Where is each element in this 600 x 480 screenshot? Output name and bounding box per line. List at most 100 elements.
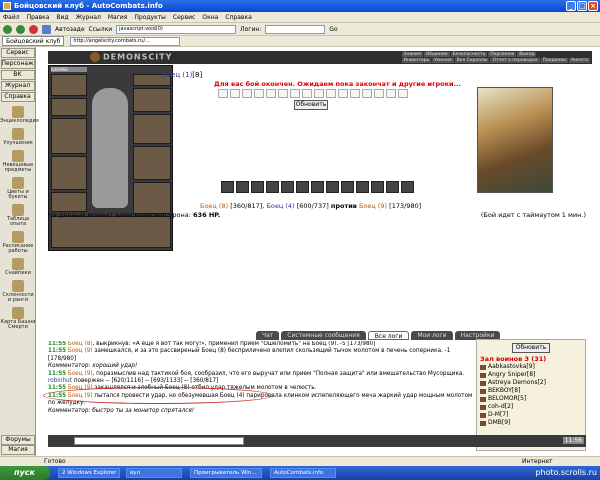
quick-slot[interactable]	[326, 89, 336, 98]
action-icon[interactable]	[356, 181, 369, 193]
quick-slot[interactable]	[302, 89, 312, 98]
nav-transfers[interactable]: Отчет о переводах	[490, 58, 540, 63]
sidebar-magic[interactable]: Магия	[1, 445, 35, 455]
refresh-button[interactable]: Обновить	[294, 100, 328, 110]
fighter-name[interactable]: Боец (1)	[162, 71, 192, 79]
task-media-player[interactable]: Проигрыватель Win...	[190, 468, 262, 478]
player-item[interactable]: D-M[7]	[477, 411, 585, 419]
action-icon[interactable]	[296, 181, 309, 193]
action-icon[interactable]	[371, 181, 384, 193]
tab-fight-club[interactable]: Бойцовский клуб	[2, 36, 65, 46]
action-icon[interactable]	[236, 181, 249, 193]
fighter-left[interactable]: Боец (8)	[200, 202, 228, 210]
nav-knowledge[interactable]: Знания	[401, 52, 423, 57]
nav-profile[interactable]: Анкета	[569, 58, 590, 63]
start-button[interactable]: пуск	[0, 466, 50, 480]
menu-journal[interactable]: Журнал	[76, 14, 101, 21]
sidebar-item-exp-table[interactable]: Таблица опыта	[0, 204, 36, 227]
task-explorer[interactable]: 2 Windows Explorer	[58, 468, 120, 478]
nav-exit[interactable]: Выход	[517, 52, 537, 57]
sidebar-item-nonmaterial[interactable]: Невещевые предметы	[0, 150, 36, 173]
menu-products[interactable]: Продукты	[134, 14, 166, 21]
helmet-slot[interactable]	[51, 74, 87, 96]
weapon-slot[interactable]	[51, 156, 87, 190]
sidebar-item-upgrades[interactable]: Улучшения	[0, 128, 36, 146]
chat-user[interactable]: Боец (9)	[68, 348, 93, 354]
go-button[interactable]: Go	[329, 26, 337, 33]
nav-security[interactable]: Безопасность	[450, 52, 488, 57]
quick-slot[interactable]	[338, 89, 348, 98]
quick-slot[interactable]	[242, 89, 252, 98]
shield-slot[interactable]	[133, 146, 171, 180]
quick-slot[interactable]	[374, 89, 384, 98]
action-icon[interactable]	[326, 181, 339, 193]
home-icon[interactable]	[42, 24, 51, 34]
sidebar-item-ranks[interactable]: Склонности и ранги	[0, 280, 36, 303]
sidebar-item-flowers[interactable]: Цветы и букеты	[0, 177, 36, 200]
action-icon[interactable]	[386, 181, 399, 193]
task-folder[interactable]: вул	[126, 468, 182, 478]
nav-skills[interactable]: Умения	[432, 58, 454, 63]
chat-input[interactable]	[74, 437, 244, 445]
action-icon[interactable]	[401, 181, 414, 193]
amulet-slot[interactable]	[51, 98, 87, 116]
quick-slot[interactable]	[254, 89, 264, 98]
boots-slot[interactable]	[133, 182, 171, 214]
sidebar-forums[interactable]: Форумы	[1, 435, 35, 445]
minimize-button[interactable]: _	[566, 1, 576, 11]
action-icon[interactable]	[251, 181, 264, 193]
player-item[interactable]: BEKBOY[8]	[477, 387, 585, 395]
nav-character[interactable]: Персонаж	[488, 52, 517, 57]
sidebar-tab-character[interactable]: Персонаж	[0, 59, 35, 69]
player-item[interactable]: coh-d[2]	[477, 403, 585, 411]
fighter-right[interactable]: Боец (9)	[359, 202, 387, 210]
player-item[interactable]: Astreya Demons[2]	[477, 379, 585, 387]
tab-system[interactable]: Системные сообщения	[281, 331, 366, 340]
belt-slot[interactable]	[51, 192, 87, 212]
menu-edit[interactable]: Правка	[27, 14, 50, 21]
sidebar-item-tower-map[interactable]: Карта Башни Смерти	[0, 307, 36, 330]
quick-slot[interactable]	[290, 89, 300, 98]
player-item[interactable]: BELOMOR[5]	[477, 395, 585, 403]
action-icon[interactable]	[341, 181, 354, 193]
tab-my-logs[interactable]: Мои логи	[411, 331, 453, 340]
nav-communication[interactable]: Общение	[423, 52, 450, 57]
close-button[interactable]: ×	[588, 1, 598, 11]
menu-windows[interactable]: Окна	[202, 14, 218, 21]
menu-service[interactable]: Сервис	[173, 14, 195, 21]
player-item[interactable]: DMB[9]	[477, 419, 585, 427]
quick-slot[interactable]	[398, 89, 408, 98]
quick-slot[interactable]	[230, 89, 240, 98]
bracers-slot[interactable]	[133, 88, 171, 112]
players-refresh-button[interactable]: Обновить	[512, 343, 550, 353]
quick-slot[interactable]	[218, 89, 228, 98]
player-item[interactable]: Aabkastovka[9]	[477, 363, 585, 371]
autofill-button[interactable]: Автозаде	[55, 26, 85, 33]
belt-items-row[interactable]	[51, 216, 171, 248]
quick-slot[interactable]	[386, 89, 396, 98]
sidebar-tab-help[interactable]: Справка	[0, 92, 35, 102]
menu-magic[interactable]: Магия	[108, 14, 128, 21]
gloves-slot[interactable]	[133, 114, 171, 144]
sidebar-item-snipers[interactable]: Снайпики	[0, 258, 36, 276]
sidebar-item-encyclopedia[interactable]: Энциклопедия	[0, 106, 39, 124]
chat-user[interactable]: Боец (8)	[68, 341, 93, 347]
chat-user[interactable]: robinhut	[48, 378, 72, 384]
menu-view[interactable]: Вид	[56, 14, 68, 21]
action-icon[interactable]	[281, 181, 294, 193]
task-autocombats[interactable]: AutoCombats.info	[270, 468, 336, 478]
maximize-button[interactable]: □	[577, 1, 587, 11]
sidebar-tab-service[interactable]: Сервис	[0, 48, 35, 58]
fighter-mid[interactable]: Боец (4)	[266, 202, 294, 210]
action-icon[interactable]	[221, 181, 234, 193]
action-icon[interactable]	[266, 181, 279, 193]
back-button-icon[interactable]	[3, 24, 12, 34]
player-item[interactable]: Angry Sniper[8]	[477, 371, 585, 379]
armor-slot[interactable]	[51, 118, 87, 154]
nav-duels[interactable]: Поединки	[540, 58, 569, 63]
links-button[interactable]: Ссылки	[89, 26, 113, 33]
quick-slot[interactable]	[350, 89, 360, 98]
sidebar-item-schedule[interactable]: Расписание работы	[0, 231, 36, 254]
stop-icon[interactable]	[29, 24, 38, 34]
quick-slot[interactable]	[278, 89, 288, 98]
